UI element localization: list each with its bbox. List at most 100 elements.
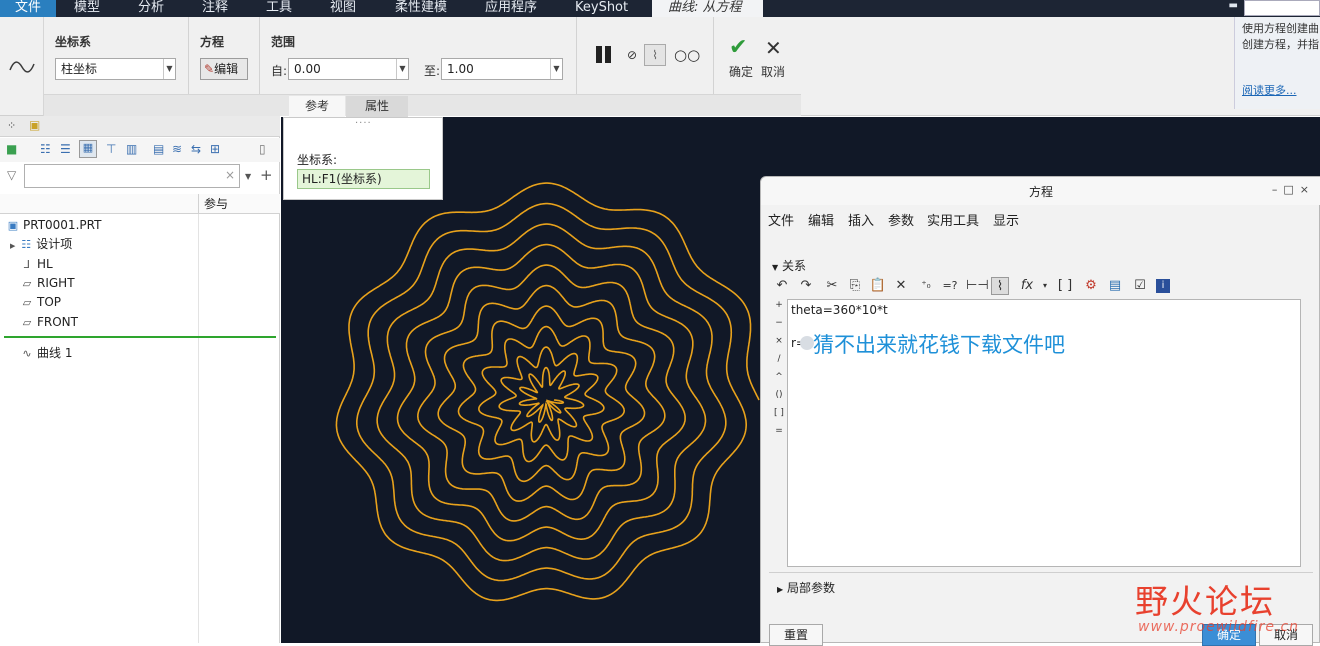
op-brackets[interactable]: [ ] [773,408,785,418]
chevron-down-icon[interactable]: ▼ [163,59,175,79]
cut-icon[interactable]: ✂ [823,277,841,295]
column-header-participate[interactable]: 参与 [198,194,228,214]
watermark-url: www.proewildfire.cn [1138,619,1300,635]
tree-structure-icon[interactable]: ⊞ [210,142,220,156]
evaluate-icon[interactable]: ⁺₀ [917,277,935,295]
range-to-input[interactable]: 1.00 ▼ [441,58,563,80]
edit-equation-button[interactable]: ✎编辑 [200,58,248,80]
cancel-x-icon[interactable]: ✕ [765,36,782,60]
op-divide[interactable]: / [773,354,785,364]
chevron-down-icon[interactable]: ▾ [1036,277,1054,295]
insert-indicator[interactable] [4,336,276,338]
relations-section-header[interactable]: ▼ 关系 [772,257,806,274]
copy-icon[interactable]: ⎘ [846,277,864,295]
show-dimensions-icon[interactable]: ⌇ [991,277,1009,295]
csys-icon: ⅃ [23,258,31,271]
pause-icon[interactable] [594,45,616,65]
tree-show-icon[interactable]: ☷ [40,142,51,156]
cancel-label[interactable]: 取消 [761,63,785,80]
tab-model[interactable]: 模型 [74,0,100,17]
ok-label[interactable]: 确定 [729,63,753,80]
no-preview-icon[interactable]: ⊘ [627,48,637,62]
relations-editor[interactable]: theta=360*10*t r= 猜不出来就花钱下载文件吧 [787,299,1301,567]
parameter-icon[interactable]: ⚙ [1082,277,1100,295]
op-power[interactable]: ^ [773,372,785,382]
op-plus[interactable]: + [773,300,785,310]
ok-checkmark-icon[interactable]: ✔ [729,35,747,60]
model-tree-tab-icon[interactable]: ⁘ [7,119,16,132]
paste-icon[interactable]: 📋 [869,277,887,295]
delete-icon[interactable]: ✕ [892,277,910,295]
chevron-down-icon[interactable]: ▼ [396,59,408,79]
chevron-down-icon[interactable]: ▼ [550,59,562,79]
verify-icon[interactable]: =? [941,277,959,295]
tree-node-right[interactable]: ▱ RIGHT [20,274,75,292]
info-icon[interactable]: i [1156,279,1170,293]
function-icon[interactable]: fx [1018,277,1036,295]
tree-node-hl[interactable]: ⅃ HL [20,255,53,273]
tab-file[interactable]: 文件 [0,0,56,17]
add-icon[interactable]: + [260,166,273,184]
tree-node-top[interactable]: ▱ TOP [20,293,61,311]
tab-annotate[interactable]: 注释 [202,0,228,17]
redo-icon[interactable]: ↷ [797,277,815,295]
collapse-ribbon-icon[interactable]: ▬ [1229,0,1238,11]
menu-edit[interactable]: 编辑 [808,210,834,229]
op-multiply[interactable]: × [773,336,785,346]
glasses-icon[interactable]: ○○ [674,46,700,64]
menu-parameters[interactable]: 参数 [888,210,914,229]
brackets-icon[interactable]: [ ] [1056,277,1074,295]
folder-browser-tab-icon[interactable]: ▣ [29,118,40,132]
sort-icon[interactable]: ▤ [1106,277,1124,295]
tree-layers-icon[interactable]: ▤ [153,142,164,156]
tree-settings-icon[interactable]: ▥ [126,142,137,156]
chevron-down-icon[interactable]: ▼ [245,172,251,181]
menu-utilities[interactable]: 实用工具 [927,210,979,229]
menu-file[interactable]: 文件 [768,210,794,229]
tab-flexible-modeling[interactable]: 柔性建模 [395,0,447,17]
units-icon[interactable]: ⊢⊣ [966,277,989,295]
tab-curve-from-equation[interactable]: 曲线: 从方程 [652,0,763,17]
clear-icon[interactable]: × [225,168,235,182]
drag-handle[interactable]: ···· [355,118,372,129]
tree-stack-icon[interactable]: ≋ [172,142,182,156]
menu-display[interactable]: 显示 [993,210,1019,229]
tree-search-input[interactable]: × [24,164,240,188]
tab-keyshot[interactable]: KeyShot [575,0,628,17]
preview-icon[interactable]: ⌇ [644,44,666,66]
tree-filter-icon[interactable]: ⊤ [106,142,116,156]
tree-node-curve[interactable]: ∿ 曲线 1 [20,344,72,362]
tab-references[interactable]: 参考 [289,96,345,117]
menu-insert[interactable]: 插入 [848,210,874,229]
chevron-right-icon[interactable]: ▶ [10,242,15,250]
op-parentheses[interactable]: () [773,390,785,400]
tab-properties[interactable]: 属性 [346,96,408,117]
maximize-icon[interactable]: □ [1283,183,1299,196]
tab-analysis[interactable]: 分析 [138,0,164,17]
tree-node-design-items[interactable]: ▶ ☷ 设计项 [10,235,72,253]
document-icon[interactable]: ▯ [259,142,266,156]
coord-type-select[interactable]: 柱坐标 ▼ [55,58,176,80]
command-search-input[interactable] [1244,0,1320,16]
filter-funnel-icon[interactable]: ▽ [7,168,16,182]
range-from-input[interactable]: 0.00 ▼ [288,58,409,80]
tree-node-part[interactable]: ▣ PRT0001.PRT [6,216,102,234]
coord-system-collector[interactable]: HL:F1(坐标系) [297,169,430,189]
tree-flow-icon[interactable]: ⇆ [191,142,201,156]
close-icon[interactable]: × [1300,183,1315,196]
curve-icon: ∿ [22,347,32,360]
tree-node-front[interactable]: ▱ FRONT [20,313,78,331]
tab-tools[interactable]: 工具 [266,0,292,17]
local-params-section[interactable]: ▶ 局部参数 [777,579,835,596]
minimize-icon[interactable]: – [1272,183,1284,196]
op-minus[interactable]: − [773,318,785,328]
tab-view[interactable]: 视图 [330,0,356,17]
cube-icon[interactable]: ■ [6,142,17,156]
undo-icon[interactable]: ↶ [773,277,791,295]
read-more-link[interactable]: 阅读更多... [1242,83,1297,99]
execute-icon[interactable]: ☑ [1131,277,1149,295]
tab-applications[interactable]: 应用程序 [485,0,537,17]
op-equals[interactable]: = [773,426,785,436]
tree-columns-icon[interactable]: ▦ [79,140,97,158]
tree-expand-icon[interactable]: ☰ [60,142,71,156]
